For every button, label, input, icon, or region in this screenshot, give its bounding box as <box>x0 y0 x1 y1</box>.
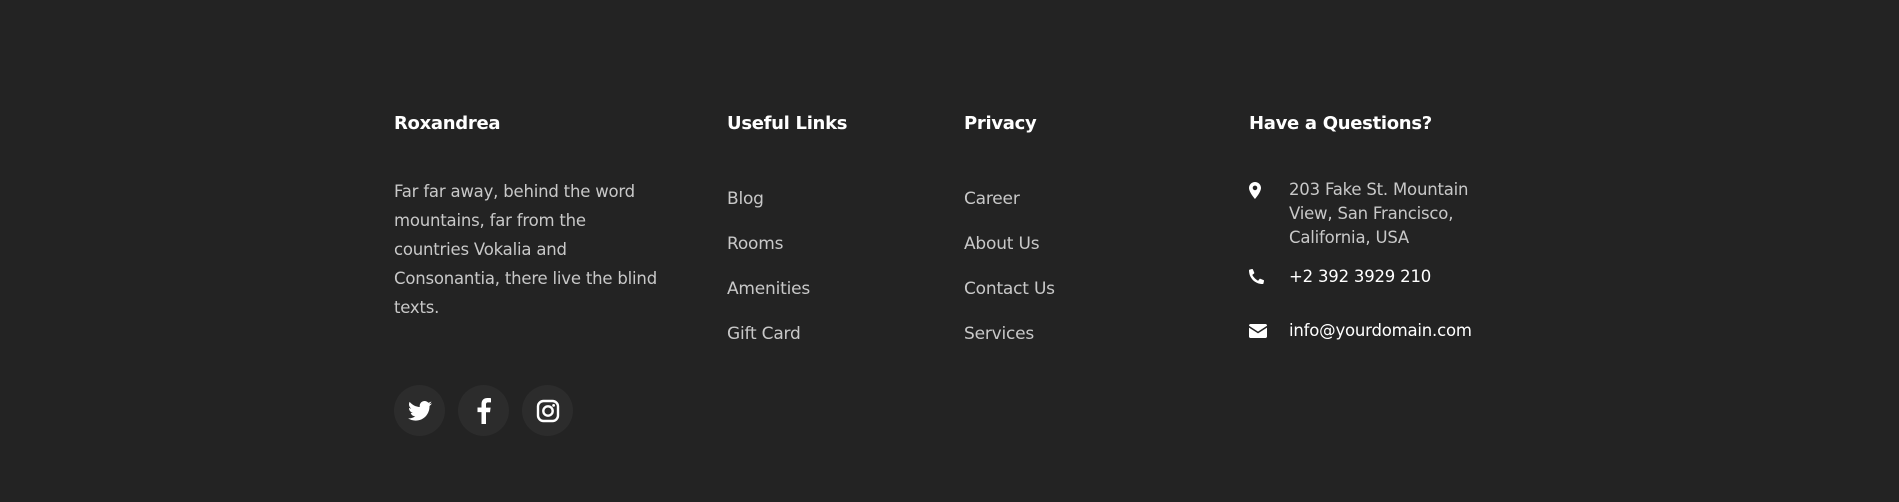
footer-about-text: Far far away, behind the word mountains,… <box>394 182 657 317</box>
twitter-button[interactable] <box>394 385 445 436</box>
list-item: About Us <box>964 234 1184 279</box>
link-gift-card[interactable]: Gift Card <box>727 324 801 344</box>
contact-email: info@yourdomain.com <box>1249 319 1509 343</box>
link-rooms[interactable]: Rooms <box>727 234 783 254</box>
privacy-title: Privacy <box>964 113 1037 134</box>
list-item: Gift Card <box>727 324 927 369</box>
list-item: Career <box>964 189 1184 234</box>
link-amenities[interactable]: Amenities <box>727 279 810 299</box>
contact-phone: +2 392 3929 210 <box>1249 265 1509 289</box>
envelope-icon <box>1249 319 1289 342</box>
privacy-links-list: Career About Us Contact Us Services <box>964 189 1184 369</box>
facebook-button[interactable] <box>458 385 509 436</box>
contact-title: Have a Questions? <box>1249 113 1432 134</box>
list-item: Rooms <box>727 234 927 279</box>
link-services[interactable]: Services <box>964 324 1034 344</box>
list-item: Amenities <box>727 279 927 324</box>
link-contact-us[interactable]: Contact Us <box>964 279 1055 299</box>
map-marker-icon <box>1249 178 1289 203</box>
footer-about: Roxandrea Far far away, behind the word … <box>394 113 664 322</box>
contact-address: 203 Fake St. Mountain View, San Francisc… <box>1249 178 1509 250</box>
instagram-button[interactable] <box>522 385 573 436</box>
twitter-icon <box>407 400 432 421</box>
list-item: Services <box>964 324 1184 369</box>
list-item: Contact Us <box>964 279 1184 324</box>
footer-useful-links: Useful Links Blog Rooms Amenities Gift C… <box>727 113 927 369</box>
link-blog[interactable]: Blog <box>727 189 764 209</box>
footer-privacy: Privacy Career About Us Contact Us Servi… <box>964 113 1184 369</box>
phone-link[interactable]: +2 392 3929 210 <box>1289 265 1431 289</box>
social-links <box>394 385 573 436</box>
instagram-icon <box>536 399 559 422</box>
useful-links-list: Blog Rooms Amenities Gift Card <box>727 189 927 369</box>
contact-list: 203 Fake St. Mountain View, San Francisc… <box>1249 178 1509 343</box>
link-career[interactable]: Career <box>964 189 1020 209</box>
facebook-icon <box>477 397 491 424</box>
footer-contact: Have a Questions? 203 Fake St. Mountain … <box>1249 113 1509 343</box>
address-text: 203 Fake St. Mountain View, San Francisc… <box>1289 180 1469 247</box>
list-item: Blog <box>727 189 927 234</box>
phone-icon <box>1249 265 1289 288</box>
footer-brand-title: Roxandrea <box>394 113 501 134</box>
email-link[interactable]: info@yourdomain.com <box>1289 319 1472 343</box>
useful-links-title: Useful Links <box>727 113 848 134</box>
link-about-us[interactable]: About Us <box>964 234 1040 254</box>
